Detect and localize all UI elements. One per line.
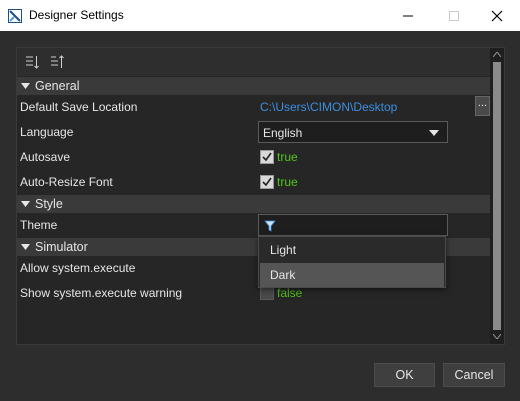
show-warning-value: false — [277, 286, 303, 300]
auto-resize-font-value: true — [277, 175, 298, 189]
filter-icon — [264, 220, 276, 232]
property-row-autosave: Autosave true — [17, 145, 490, 169]
property-row-auto-resize-font: Auto-Resize Font true — [17, 170, 490, 194]
alphabetical-sort-icon — [51, 55, 64, 68]
property-label: Autosave — [20, 150, 71, 164]
property-grid-toolbar — [17, 48, 490, 76]
category-general[interactable]: General — [17, 77, 490, 95]
vertical-scrollbar[interactable] — [490, 48, 504, 344]
minimize-button[interactable] — [385, 0, 431, 31]
title-bar: Designer Settings — [0, 0, 520, 31]
property-row-language: Language English — [17, 120, 490, 144]
autosave-checkbox[interactable] — [260, 150, 274, 164]
scroll-up-icon[interactable] — [493, 52, 501, 57]
collapse-arrow-icon — [21, 201, 30, 207]
property-label: Language — [20, 125, 74, 139]
property-value: English — [258, 120, 490, 144]
browse-button[interactable]: ... — [475, 96, 490, 116]
alphabetical-sort-button[interactable] — [48, 53, 66, 71]
scroll-down-icon[interactable] — [493, 334, 501, 339]
property-value: true — [260, 145, 490, 169]
checkmark-icon — [262, 152, 272, 162]
language-value: English — [263, 126, 303, 140]
theme-dropdown: Light Dark — [258, 236, 446, 288]
category-style[interactable]: Style — [17, 195, 490, 213]
ok-button[interactable]: OK — [374, 363, 435, 387]
property-value — [258, 213, 490, 237]
category-label: Style — [35, 197, 63, 211]
language-combobox[interactable]: English — [258, 121, 448, 143]
property-value: C:\Users\CIMON\Desktop ... — [260, 95, 490, 119]
property-label: Auto-Resize Font — [20, 175, 113, 189]
collapse-arrow-icon — [21, 244, 30, 250]
category-label: Simulator — [35, 240, 88, 254]
save-location-path[interactable]: C:\Users\CIMON\Desktop — [260, 100, 397, 114]
scrollbar-thumb[interactable] — [493, 62, 501, 330]
close-icon — [491, 10, 503, 22]
property-row-theme: Theme — [17, 213, 490, 237]
property-row-default-save-location: Default Save Location C:\Users\CIMON\Des… — [17, 95, 490, 119]
collapse-arrow-icon — [21, 83, 30, 89]
property-value: true — [260, 170, 490, 194]
category-label: General — [35, 79, 80, 93]
minimize-icon — [403, 15, 413, 17]
theme-option-dark[interactable]: Dark — [260, 263, 444, 287]
auto-resize-font-checkbox[interactable] — [260, 175, 274, 189]
property-grid: General Default Save Location C:\Users\C… — [16, 47, 505, 345]
theme-option-light[interactable]: Light — [260, 238, 444, 262]
property-label: Allow system.execute — [20, 261, 136, 275]
categorized-sort-button[interactable] — [23, 53, 41, 71]
property-label: Default Save Location — [20, 100, 138, 114]
checkmark-icon — [262, 177, 272, 187]
close-button[interactable] — [474, 0, 520, 31]
maximize-button[interactable] — [431, 0, 477, 31]
cancel-button[interactable]: Cancel — [443, 363, 505, 387]
maximize-icon — [449, 11, 459, 21]
categorized-sort-icon — [26, 56, 39, 69]
show-warning-checkbox[interactable] — [260, 286, 274, 300]
chevron-down-icon — [429, 130, 439, 136]
designer-app-icon — [8, 9, 22, 23]
window-title: Designer Settings — [29, 8, 124, 22]
property-label: Show system.execute warning — [20, 286, 183, 300]
autosave-value: true — [277, 150, 298, 164]
theme-filter-input[interactable] — [258, 214, 448, 236]
property-label: Theme — [20, 218, 58, 232]
